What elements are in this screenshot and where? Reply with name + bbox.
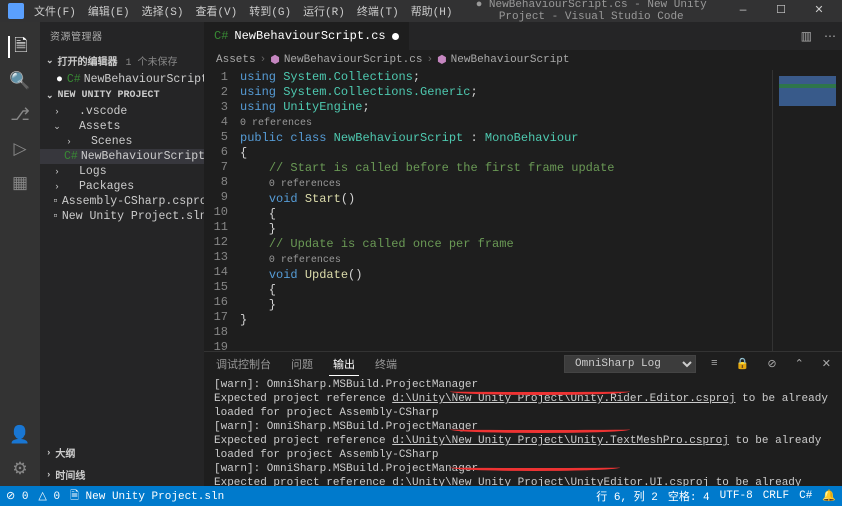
more-actions-icon[interactable]: ⋯ bbox=[818, 29, 842, 44]
split-editor-icon[interactable]: ▥ bbox=[795, 29, 818, 44]
extensions-icon[interactable]: ▦ bbox=[9, 172, 31, 194]
panel: 调试控制台 问题 输出 终端 OmniSharp Log ≡ 🔒 ⊘ ⌃ ✕ [… bbox=[204, 351, 842, 486]
file-tree: ›.vscode⌄Assets›ScenesC#NewBehaviourScri… bbox=[40, 104, 204, 442]
minimap[interactable] bbox=[772, 70, 842, 351]
status-language[interactable]: C# bbox=[799, 490, 812, 502]
tree-item-assembly-csharp-csproj[interactable]: ▫Assembly-CSharp.csproj bbox=[40, 194, 204, 209]
status-bar: ⊘ 0 △ 0 🗎 New Unity Project.sln 行 6, 列 2… bbox=[0, 486, 842, 506]
menu-edit[interactable]: 编辑(E) bbox=[82, 1, 136, 21]
maximize-button[interactable]: ☐ bbox=[762, 0, 800, 22]
menu-select[interactable]: 选择(S) bbox=[136, 1, 190, 21]
menu-run[interactable]: 运行(R) bbox=[297, 1, 351, 21]
minimize-button[interactable]: — bbox=[724, 0, 762, 22]
tree-item-scenes[interactable]: ›Scenes bbox=[40, 134, 204, 149]
status-encoding[interactable]: UTF-8 bbox=[720, 490, 753, 502]
status-solution[interactable]: 🗎 New Unity Project.sln bbox=[70, 487, 224, 506]
panel-tab-problems[interactable]: 问题 bbox=[287, 353, 317, 375]
output-lock-icon[interactable]: 🔒 bbox=[733, 357, 753, 371]
panel-tab-terminal[interactable]: 终端 bbox=[371, 353, 401, 375]
editor-area: C#NewBehaviourScript.cs ▥ ⋯ Assets›⬢NewB… bbox=[204, 22, 842, 486]
status-eol[interactable]: CRLF bbox=[763, 490, 789, 502]
output-channel-select[interactable]: OmniSharp Log bbox=[564, 355, 696, 373]
title-bar: 文件(F) 编辑(E) 选择(S) 查看(V) 转到(G) 运行(R) 终端(T… bbox=[0, 0, 842, 22]
timeline-section[interactable]: ›时间线 bbox=[40, 464, 204, 486]
panel-tab-debug[interactable]: 调试控制台 bbox=[212, 353, 275, 375]
tree-item--vscode[interactable]: ›.vscode bbox=[40, 104, 204, 119]
maximize-panel-icon[interactable]: ⌃ bbox=[792, 357, 807, 371]
tab-newbehaviourscript[interactable]: C#NewBehaviourScript.cs bbox=[204, 22, 410, 50]
tree-item-logs[interactable]: ›Logs bbox=[40, 164, 204, 179]
menu-help[interactable]: 帮助(H) bbox=[405, 1, 459, 21]
search-icon[interactable]: 🔍 bbox=[9, 70, 31, 92]
tree-item-new-unity-project-sln[interactable]: ▫New Unity Project.sln bbox=[40, 209, 204, 224]
open-editor-item[interactable]: ●C#NewBehaviourScript.csAssets bbox=[40, 72, 204, 87]
output-filter-icon[interactable]: ≡ bbox=[708, 358, 721, 370]
source-control-icon[interactable]: ⎇ bbox=[9, 104, 31, 126]
tree-item-packages[interactable]: ›Packages bbox=[40, 179, 204, 194]
menu-file[interactable]: 文件(F) bbox=[28, 1, 82, 21]
status-warnings[interactable]: △ 0 bbox=[38, 489, 60, 503]
open-editors-section[interactable]: ⌄打开的编辑器1 个未保存 bbox=[40, 50, 204, 72]
tree-item-newbehaviourscript-cs[interactable]: C#NewBehaviourScript.cs bbox=[40, 149, 204, 164]
sidebar-title: 资源管理器 bbox=[40, 22, 204, 50]
status-position[interactable]: 行 6, 列 2 bbox=[596, 488, 658, 504]
dirty-indicator-icon bbox=[392, 33, 399, 40]
panel-tab-output[interactable]: 输出 bbox=[329, 353, 359, 376]
activity-bar: 🗎 🔍 ⎇ ▷ ▦ 👤 ⚙ bbox=[0, 22, 40, 486]
breadcrumb[interactable]: Assets›⬢NewBehaviourScript.cs›⬢NewBehavi… bbox=[204, 50, 842, 70]
project-section[interactable]: ⌄NEW UNITY PROJECT bbox=[40, 87, 204, 104]
explorer-icon[interactable]: 🗎 bbox=[8, 36, 30, 58]
app-icon bbox=[8, 3, 24, 19]
output-content[interactable]: [warn]: OmniSharp.MSBuild.ProjectManager… bbox=[204, 376, 842, 486]
outline-section[interactable]: ›大纲 bbox=[40, 442, 204, 464]
account-icon[interactable]: 👤 bbox=[9, 424, 31, 446]
window-title: ● NewBehaviourScript.cs - New Unity Proj… bbox=[459, 0, 725, 23]
code-editor[interactable]: 12345678910111213141516171819 using Syst… bbox=[204, 70, 772, 351]
status-errors[interactable]: ⊘ 0 bbox=[6, 489, 28, 503]
close-button[interactable]: ✕ bbox=[800, 0, 838, 22]
side-bar: 资源管理器 ⌄打开的编辑器1 个未保存 ●C#NewBehaviourScrip… bbox=[40, 22, 204, 486]
settings-icon[interactable]: ⚙ bbox=[9, 458, 31, 480]
status-notifications-icon[interactable]: 🔔 bbox=[822, 489, 836, 503]
close-panel-icon[interactable]: ✕ bbox=[819, 357, 834, 371]
tree-item-assets[interactable]: ⌄Assets bbox=[40, 119, 204, 134]
clear-output-icon[interactable]: ⊘ bbox=[764, 357, 779, 371]
debug-icon[interactable]: ▷ bbox=[9, 138, 31, 160]
menu-goto[interactable]: 转到(G) bbox=[243, 1, 297, 21]
menu-view[interactable]: 查看(V) bbox=[189, 1, 243, 21]
menu-terminal[interactable]: 终端(T) bbox=[351, 1, 405, 21]
editor-tabs: C#NewBehaviourScript.cs ▥ ⋯ bbox=[204, 22, 842, 50]
status-indent[interactable]: 空格: 4 bbox=[668, 488, 710, 504]
